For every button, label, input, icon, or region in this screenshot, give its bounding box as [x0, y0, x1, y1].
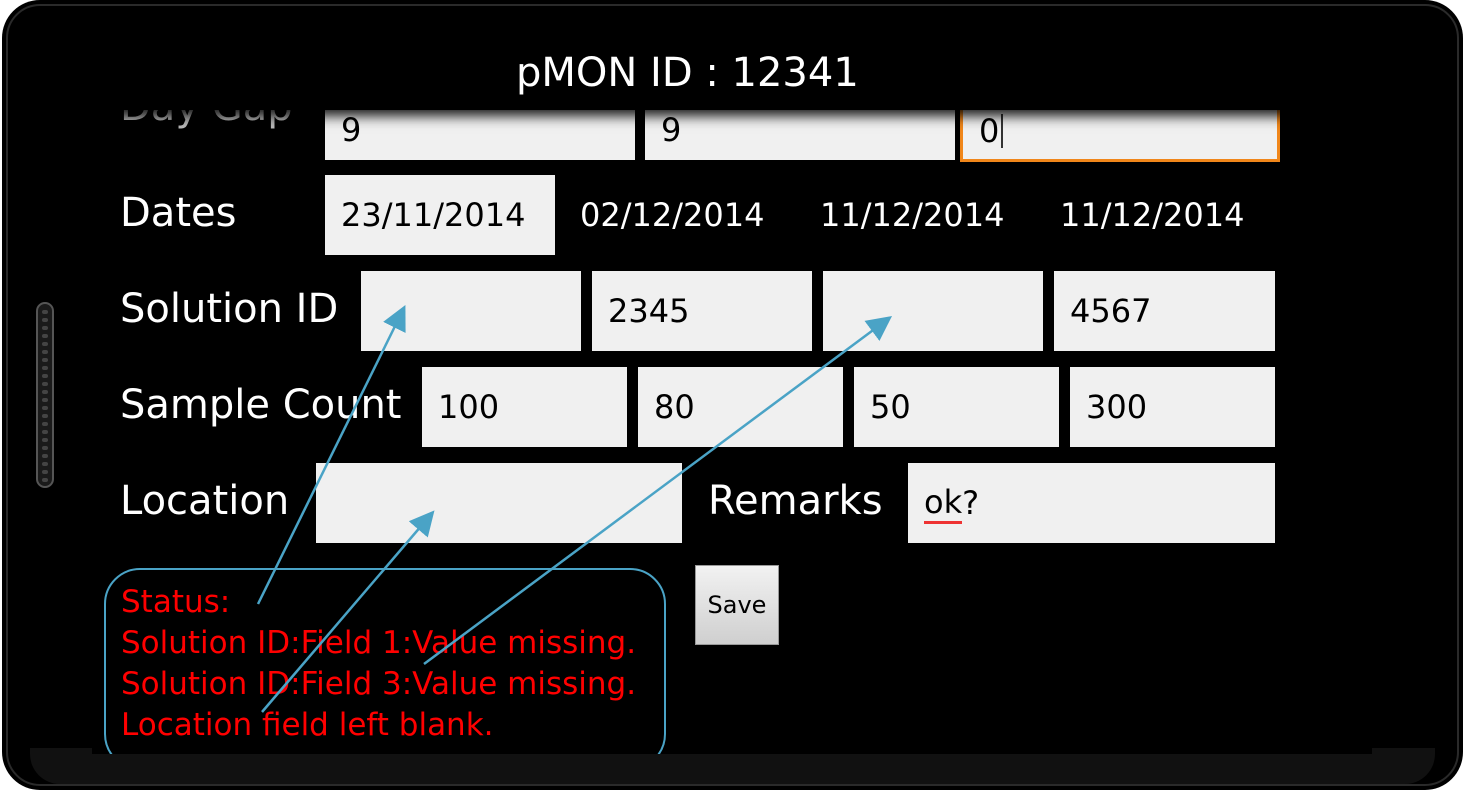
speaker-hole: [42, 358, 48, 362]
speaker-hole: [42, 406, 48, 410]
speaker-hole: [42, 446, 48, 450]
speaker-hole: [42, 398, 48, 402]
speaker-hole: [42, 342, 48, 346]
speaker-hole: [42, 318, 48, 322]
speaker-hole: [42, 326, 48, 330]
speaker-grille: [36, 302, 54, 488]
speaker-hole: [42, 422, 48, 426]
speaker-hole: [42, 462, 48, 466]
speaker-hole: [42, 414, 48, 418]
speaker-hole: [42, 478, 48, 482]
arrow-to-solution-id-3: [423, 316, 893, 666]
arrow-to-solution-id-1: [256, 305, 406, 605]
speaker-hole: [42, 310, 48, 314]
app-screen: Day Gap 9 9 0 pMON ID : 12341 Dates 23/1…: [92, 38, 1372, 754]
speaker-hole: [42, 382, 48, 386]
speaker-hole: [42, 366, 48, 370]
speaker-hole: [42, 334, 48, 338]
speaker-hole: [42, 438, 48, 442]
page-title: pMON ID : 12341: [516, 50, 859, 96]
speaker-hole: [42, 390, 48, 394]
speaker-hole: [42, 430, 48, 434]
callout-arrows: [256, 305, 893, 713]
speaker-hole: [42, 454, 48, 458]
title-bar: pMON ID : 12341: [92, 38, 1292, 110]
speaker-hole: [42, 350, 48, 354]
speaker-hole: [42, 470, 48, 474]
speaker-hole: [42, 374, 48, 378]
